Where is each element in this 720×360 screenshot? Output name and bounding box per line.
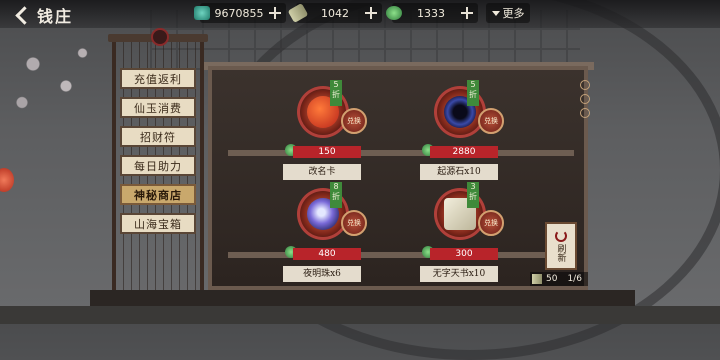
coin-icon xyxy=(386,6,402,20)
menu-item-mystery-shop[interactable]: 神秘商店 xyxy=(120,184,196,205)
top-bar: 钱庄 9670855 1042 1333 更多 xyxy=(0,0,720,28)
buy-button[interactable]: 兑换 xyxy=(341,210,367,236)
currency-scroll-value: 1042 xyxy=(321,6,349,20)
discount-badge: 5折 xyxy=(467,80,479,106)
shelf-board-upper xyxy=(228,150,574,156)
buy-button[interactable]: 兑换 xyxy=(478,210,504,236)
background-blossom xyxy=(0,20,110,130)
refresh-cost: 50 1/6 xyxy=(530,272,588,286)
menu-item-label: 仙玉消费 xyxy=(134,101,182,115)
menu-item-label: 神秘商店 xyxy=(134,188,182,202)
add-jade-plus-icon[interactable] xyxy=(268,6,282,20)
item-price: 150 xyxy=(293,146,361,158)
discount-badge: 8折 xyxy=(330,182,342,208)
refresh-count: 1/6 xyxy=(567,274,582,284)
refresh-label: 刷新 xyxy=(555,244,566,262)
item-name: 改名卡 xyxy=(283,164,361,180)
currency-jade-value: 9670855 xyxy=(214,6,264,20)
shop-item[interactable]: 8折 兑换 480 夜明珠x6 xyxy=(283,182,377,284)
jade-icon xyxy=(194,6,210,20)
item-name: 无字天书x10 xyxy=(420,266,498,282)
currency-scroll: 1042 xyxy=(287,2,382,24)
menu-item-treasure-chest[interactable]: 山海宝箱 xyxy=(120,213,196,234)
shop-menu-board: 充值返利 仙玉消费 招财符 每日助力 神秘商店 山海宝箱 xyxy=(108,28,208,290)
menu-item-label: 每日助力 xyxy=(134,159,182,173)
ground xyxy=(0,306,720,324)
side-orb-icon[interactable] xyxy=(0,168,14,192)
item-name: 起源石x10 xyxy=(420,164,498,180)
menu-item-label: 充值返利 xyxy=(134,72,182,86)
item-price: 480 xyxy=(293,248,361,260)
currency-jade: 9670855 xyxy=(194,3,286,23)
shop-floor xyxy=(90,290,635,306)
buy-button[interactable]: 兑换 xyxy=(478,108,504,134)
page-title: 钱庄 xyxy=(37,7,74,26)
discount-badge: 5折 xyxy=(330,80,342,106)
shelf-board-lower xyxy=(228,252,574,258)
buy-button[interactable]: 兑换 xyxy=(341,108,367,134)
refresh-icon xyxy=(555,230,567,242)
shop-item[interactable]: 3折 兑换 300 无字天书x10 xyxy=(420,182,514,284)
add-scroll-plus-icon[interactable] xyxy=(364,6,378,20)
scroll-icon xyxy=(532,274,542,284)
more-button[interactable]: 更多 xyxy=(486,3,530,23)
shop-item[interactable]: 5折 兑换 2880 起源石x10 xyxy=(420,80,514,182)
back-chevron-icon xyxy=(15,5,34,25)
currency-coin: 1333 xyxy=(386,3,478,23)
knot-ornament-icon xyxy=(151,28,169,46)
add-coin-plus-icon[interactable] xyxy=(460,6,474,20)
refresh-cost-value: 50 xyxy=(546,274,558,284)
back-button[interactable]: 钱庄 xyxy=(14,5,86,26)
shelf-bead-ornament xyxy=(580,80,590,124)
refresh-button[interactable]: 刷新 xyxy=(545,222,577,270)
item-price: 2880 xyxy=(430,146,498,158)
menu-item-label: 招财符 xyxy=(140,130,176,144)
currency-coin-value: 1333 xyxy=(417,6,445,20)
discount-badge: 3折 xyxy=(467,182,479,208)
menu-item-daily-boost[interactable]: 每日助力 xyxy=(120,155,196,176)
menu-item-recharge-rebate[interactable]: 充值返利 xyxy=(120,68,196,89)
menu-item-fortune-talisman[interactable]: 招财符 xyxy=(120,126,196,147)
menu-item-label: 山海宝箱 xyxy=(134,217,182,231)
item-name: 夜明珠x6 xyxy=(283,266,361,282)
item-price: 300 xyxy=(430,248,498,260)
more-label: 更多 xyxy=(502,7,525,20)
menu-item-jade-spending[interactable]: 仙玉消费 xyxy=(120,97,196,118)
shop-item[interactable]: 5折 兑换 150 改名卡 xyxy=(283,80,377,182)
chevron-down-icon xyxy=(491,10,500,16)
